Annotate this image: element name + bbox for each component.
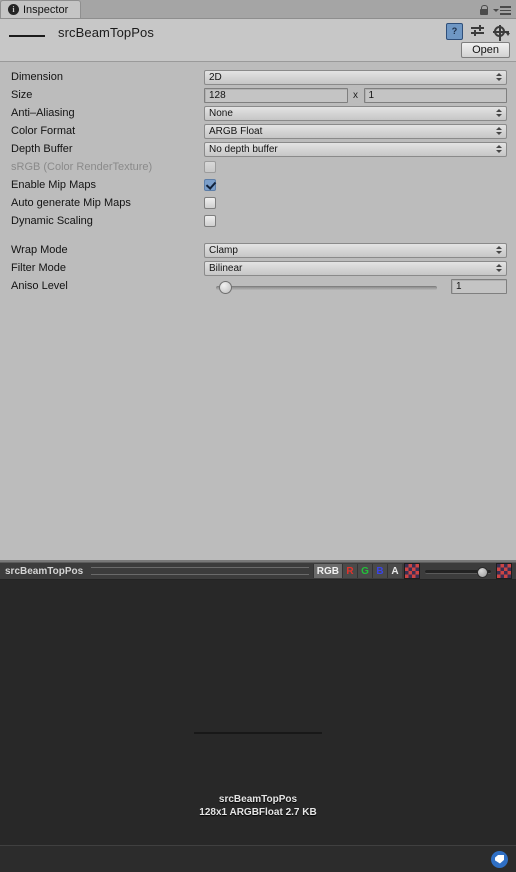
preview-toolbar: srcBeamTopPos RGB R G B A xyxy=(0,562,516,580)
anti-aliasing-dropdown[interactable]: None xyxy=(204,105,507,121)
color-format-label: Color Format xyxy=(11,125,76,137)
slider-track xyxy=(216,285,437,290)
properties-panel: Dimension 2D Size 128 x 1 Anti–Aliasing … xyxy=(0,62,516,560)
wrap-mode-label: Wrap Mode xyxy=(11,244,68,256)
channel-toggle-group: RGB R G B A xyxy=(312,564,402,578)
gear-icon[interactable] xyxy=(493,25,510,41)
row-dynamic-scaling: Dynamic Scaling xyxy=(0,212,516,230)
depth-buffer-label: Depth Buffer xyxy=(11,143,73,155)
row-srgb: sRGB (Color RenderTexture) xyxy=(0,158,516,176)
chevron-updown-icon xyxy=(496,73,502,81)
size-separator: x xyxy=(353,89,358,101)
chevron-updown-icon xyxy=(496,264,502,272)
checkerboard-icon[interactable] xyxy=(404,563,420,579)
asset-header: srcBeamTopPos ? Open xyxy=(0,19,516,62)
preview-area[interactable]: srcBeamTopPos 128x1 ARGBFloat 2.7 KB xyxy=(0,580,516,845)
dimension-value: 2D xyxy=(209,71,222,83)
anti-aliasing-label: Anti–Aliasing xyxy=(11,107,75,119)
checkerboard-icon[interactable] xyxy=(496,563,512,579)
mip-level-slider[interactable] xyxy=(425,564,491,578)
channel-b-button[interactable]: B xyxy=(372,564,387,578)
enable-mip-maps-checkbox[interactable] xyxy=(204,179,216,191)
open-button-row: Open xyxy=(461,42,510,58)
wrap-mode-dropdown[interactable]: Clamp xyxy=(204,242,507,258)
channel-a-button[interactable]: A xyxy=(387,564,402,578)
header-icon-group: ? xyxy=(446,23,510,41)
srgb-label: sRGB (Color RenderTexture) xyxy=(11,161,153,173)
size-label: Size xyxy=(11,89,33,101)
dimension-dropdown[interactable]: 2D xyxy=(204,69,507,85)
lock-icon[interactable] xyxy=(479,5,488,16)
depth-buffer-dropdown[interactable]: No depth buffer xyxy=(204,141,507,157)
status-bar xyxy=(0,845,516,872)
preview-drag-handle[interactable] xyxy=(91,567,309,575)
aniso-level-input[interactable]: 1 xyxy=(451,278,507,294)
tag-icon[interactable] xyxy=(491,850,508,868)
row-auto-generate-mip-maps: Auto generate Mip Maps xyxy=(0,194,516,212)
preview-info-name: srcBeamTopPos xyxy=(218,794,298,805)
channel-r-button[interactable]: R xyxy=(342,564,357,578)
chevron-updown-icon xyxy=(496,145,502,153)
row-color-format: Color Format ARGB Float xyxy=(0,122,516,140)
preset-icon[interactable] xyxy=(471,24,486,39)
open-button[interactable]: Open xyxy=(461,42,510,58)
preview-info-details: 128x1 ARGBFloat 2.7 KB xyxy=(199,807,317,818)
tab-strip: i Inspector xyxy=(0,0,516,19)
size-height-input[interactable]: 1 xyxy=(363,87,507,103)
row-depth-buffer: Depth Buffer No depth buffer xyxy=(0,140,516,158)
row-size: Size 128 x 1 xyxy=(0,86,516,104)
wrap-mode-value: Clamp xyxy=(209,244,238,256)
hamburger-menu-icon[interactable] xyxy=(493,6,511,15)
tab-strip-controls xyxy=(479,5,516,18)
aniso-level-label: Aniso Level xyxy=(11,280,68,292)
channel-rgb-button[interactable]: RGB xyxy=(312,564,342,578)
channel-g-button[interactable]: G xyxy=(357,564,372,578)
tab-inspector-label: Inspector xyxy=(23,3,69,16)
chevron-updown-icon xyxy=(496,127,502,135)
chevron-updown-icon xyxy=(496,246,502,254)
inspector-window: i Inspector srcBeamTopPos ? Open Dimensi… xyxy=(0,0,516,872)
texture-preview xyxy=(194,732,322,734)
aniso-level-slider[interactable] xyxy=(204,279,445,294)
slider-handle[interactable] xyxy=(219,280,232,294)
enable-mip-maps-label: Enable Mip Maps xyxy=(11,179,96,191)
dynamic-scaling-checkbox[interactable] xyxy=(204,215,216,227)
preview-info: srcBeamTopPos 128x1 ARGBFloat 2.7 KB xyxy=(0,793,516,819)
tab-inspector[interactable]: i Inspector xyxy=(0,0,82,18)
asset-thumbnail xyxy=(8,22,46,42)
asset-title-row: srcBeamTopPos xyxy=(0,19,516,45)
row-enable-mip-maps: Enable Mip Maps xyxy=(0,176,516,194)
filter-mode-dropdown[interactable]: Bilinear xyxy=(204,260,507,276)
auto-generate-mip-maps-label: Auto generate Mip Maps xyxy=(11,197,131,209)
help-icon[interactable]: ? xyxy=(446,23,463,40)
color-format-value: ARGB Float xyxy=(209,125,263,137)
size-width-input[interactable]: 128 xyxy=(204,87,348,103)
anti-aliasing-value: None xyxy=(209,107,233,119)
dynamic-scaling-label: Dynamic Scaling xyxy=(11,215,93,227)
color-format-dropdown[interactable]: ARGB Float xyxy=(204,123,507,139)
row-anti-aliasing: Anti–Aliasing None xyxy=(0,104,516,122)
info-icon: i xyxy=(8,4,19,15)
row-filter-mode: Filter Mode Bilinear xyxy=(0,259,516,277)
chevron-updown-icon xyxy=(496,109,502,117)
slider-handle[interactable] xyxy=(477,567,488,578)
depth-buffer-value: No depth buffer xyxy=(209,143,278,155)
row-dimension: Dimension 2D xyxy=(0,68,516,86)
auto-generate-mip-maps-checkbox[interactable] xyxy=(204,197,216,209)
row-aniso-level: Aniso Level 1 xyxy=(0,277,516,295)
filter-mode-value: Bilinear xyxy=(209,262,243,274)
row-wrap-mode: Wrap Mode Clamp xyxy=(0,241,516,259)
filter-mode-label: Filter Mode xyxy=(11,262,67,274)
srgb-checkbox xyxy=(204,161,216,173)
page-title: srcBeamTopPos xyxy=(58,24,154,40)
preview-title: srcBeamTopPos xyxy=(5,565,84,577)
dimension-label: Dimension xyxy=(11,71,63,83)
